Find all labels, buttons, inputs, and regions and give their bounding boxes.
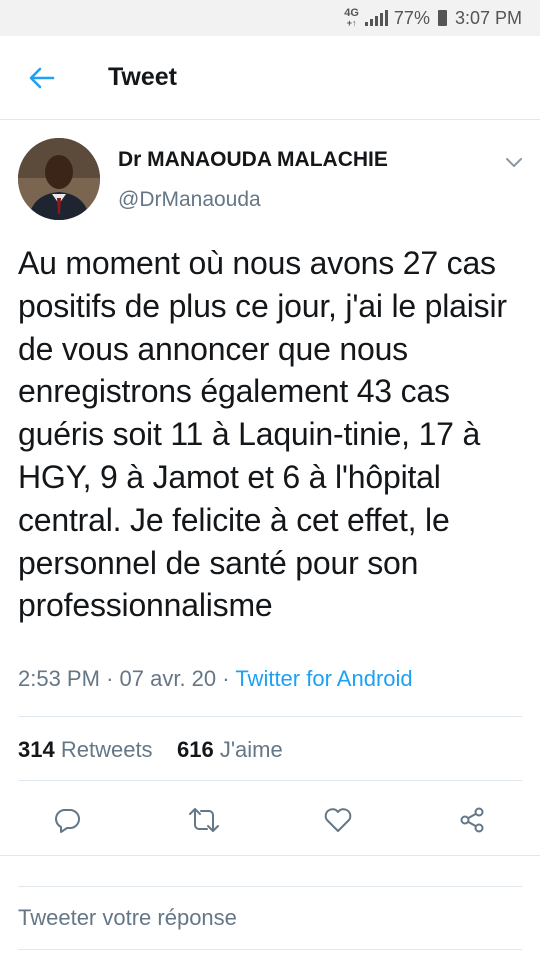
likes-label: J'aime — [219, 737, 283, 762]
clock: 3:07 PM — [454, 7, 522, 28]
retweets-label: Retweets — [60, 737, 153, 762]
like-button[interactable] — [318, 800, 358, 840]
divider — [0, 855, 540, 856]
likes-stat[interactable]: 616 J'aime — [177, 737, 283, 762]
network-indicator: 4G +↑ — [344, 8, 359, 29]
chevron-down-icon — [506, 158, 522, 167]
tweet-stats: 314 Retweets 616 J'aime — [18, 737, 283, 763]
reply-placeholder: Tweeter votre réponse — [18, 905, 237, 930]
tweet-source-link[interactable]: Twitter for Android — [235, 666, 412, 691]
profile-photo — [18, 138, 100, 220]
reply-icon — [55, 809, 80, 833]
share-button[interactable] — [452, 800, 492, 840]
tweet-meta: 2:53 PM · 07 avr. 20 · Twitter for Andro… — [18, 666, 413, 692]
tweet-date: 07 avr. 20 — [119, 666, 217, 691]
tweet-actions — [0, 800, 540, 856]
author-name[interactable]: Dr MANAOUDA MALACHIE — [118, 148, 388, 172]
tweet-text: Au moment où nous avons 27 cas positifs … — [18, 245, 507, 624]
retweet-icon — [189, 808, 219, 832]
page-title: Tweet — [108, 63, 177, 91]
retweet-button[interactable] — [184, 800, 224, 840]
battery-icon — [437, 10, 447, 26]
retweets-stat[interactable]: 314 Retweets — [18, 737, 153, 762]
status-bar: 4G +↑ 77% 3:07 PM — [0, 0, 540, 36]
battery-percent: 77% — [393, 7, 430, 28]
back-button[interactable] — [0, 36, 84, 120]
arrow-left-icon — [29, 67, 55, 88]
network-activity: +↑ — [346, 18, 357, 28]
avatar[interactable] — [18, 138, 100, 220]
tweet-menu-button[interactable] — [500, 150, 528, 174]
retweets-count: 314 — [18, 737, 55, 762]
meta-separator: · — [106, 666, 114, 691]
tweet-time: 2:53 PM — [18, 666, 100, 691]
author-handle[interactable]: @DrManaouda — [118, 188, 261, 212]
divider — [18, 716, 522, 717]
share-icon — [460, 807, 484, 833]
app-bar: Tweet — [0, 36, 540, 120]
reply-input[interactable]: Tweeter votre réponse — [18, 886, 522, 950]
like-icon — [324, 808, 352, 832]
reply-button[interactable] — [47, 800, 87, 840]
meta-separator: · — [222, 666, 230, 691]
likes-count: 616 — [177, 737, 214, 762]
signal-icon — [364, 10, 388, 26]
divider — [18, 780, 522, 781]
